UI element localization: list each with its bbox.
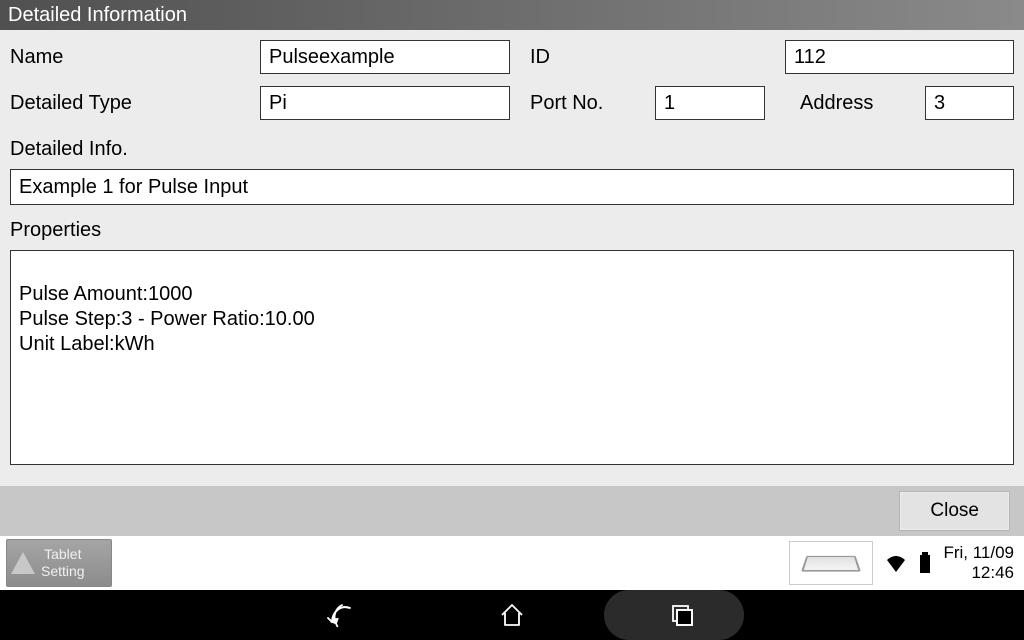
detailed-type-label: Detailed Type — [10, 92, 250, 115]
port-value: 1 — [664, 92, 675, 115]
datetime: Fri, 11/09 12:46 — [943, 543, 1018, 584]
address-label: Address — [800, 92, 915, 115]
close-button[interactable]: Close — [899, 491, 1010, 531]
home-icon — [498, 601, 526, 629]
back-icon — [327, 600, 357, 630]
name-label: Name — [10, 46, 250, 69]
tablet-setting-button[interactable]: Tablet Setting — [6, 539, 112, 587]
window-title: Detailed Information — [8, 4, 187, 27]
detailed-info-value: Example 1 for Pulse Input — [19, 176, 248, 199]
window-titlebar: Detailed Information — [0, 0, 1024, 30]
form-row-name-id: Name Pulseexample ID 112 — [10, 40, 1014, 74]
tray-icon[interactable] — [789, 541, 873, 585]
close-button-label: Close — [930, 500, 979, 521]
id-field[interactable]: 112 — [785, 40, 1014, 74]
home-button[interactable] — [487, 590, 537, 640]
tray-shape-icon — [802, 556, 862, 572]
detailed-type-value: Pi — [269, 92, 287, 115]
tablet-setting-line1: Tablet — [41, 546, 85, 563]
address-value: 3 — [934, 92, 945, 115]
status-bar: Tablet Setting Fri, 11/09 12:46 — [0, 536, 1024, 590]
form-row-type-port-address: Detailed Type Pi Port No. 1 Address 3 — [10, 86, 1014, 120]
status-date: Fri, 11/09 — [943, 543, 1014, 563]
back-button[interactable] — [317, 590, 367, 640]
id-label: ID — [530, 46, 775, 69]
form-content: Name Pulseexample ID 112 Detailed Type P… — [0, 30, 1024, 486]
detailed-info-field[interactable]: Example 1 for Pulse Input — [10, 169, 1014, 205]
arrow-up-icon — [11, 552, 35, 574]
recent-apps-icon — [668, 601, 696, 629]
tablet-setting-label: Tablet Setting — [41, 546, 85, 580]
android-nav-bar — [0, 590, 1024, 640]
wifi-icon — [885, 554, 907, 572]
properties-field: Pulse Amount:1000 Pulse Step:3 - Power R… — [10, 250, 1014, 465]
recent-apps-button[interactable] — [657, 590, 707, 640]
status-time: 12:46 — [943, 563, 1014, 583]
detailed-type-field[interactable]: Pi — [260, 86, 510, 120]
port-field[interactable]: 1 — [655, 86, 765, 120]
tablet-setting-line2: Setting — [41, 563, 85, 580]
properties-label: Properties — [10, 219, 1014, 242]
properties-value: Pulse Amount:1000 Pulse Step:3 - Power R… — [19, 283, 315, 355]
footer-bar: Close — [0, 486, 1024, 536]
battery-icon — [919, 552, 931, 574]
name-field[interactable]: Pulseexample — [260, 40, 510, 74]
id-value: 112 — [794, 46, 826, 69]
detailed-info-label: Detailed Info. — [10, 138, 1014, 161]
address-field[interactable]: 3 — [925, 86, 1014, 120]
name-value: Pulseexample — [269, 46, 395, 69]
port-label: Port No. — [530, 92, 645, 115]
